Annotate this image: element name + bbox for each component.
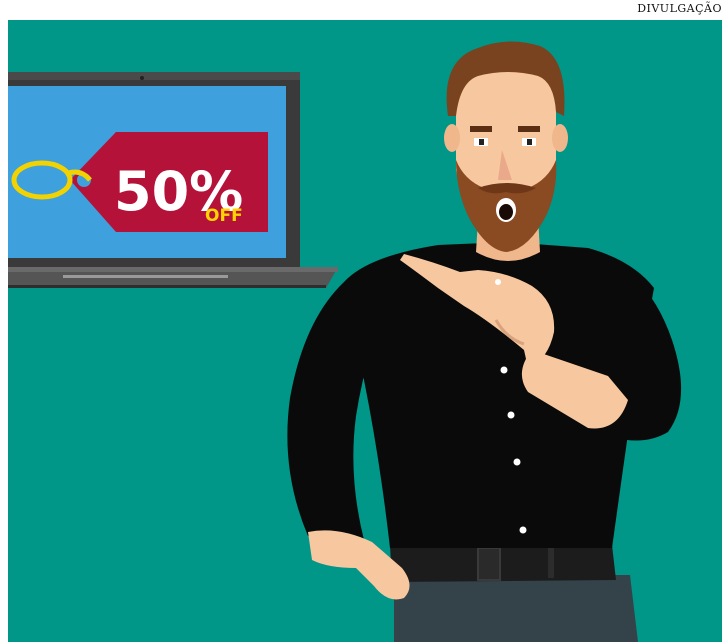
laptop-trackpad xyxy=(63,275,228,278)
left-eyebrow xyxy=(470,126,492,132)
illustration-svg: 50% OFF xyxy=(8,20,722,642)
shirt-button xyxy=(500,366,508,374)
shirt-button xyxy=(495,279,501,285)
illustration: 50% OFF xyxy=(8,20,722,642)
shirt-button xyxy=(507,411,515,419)
photo-credit: DIVULGAÇÃO xyxy=(637,2,722,15)
laptop-camera xyxy=(140,76,144,80)
right-ear xyxy=(552,124,568,152)
belt xyxy=(390,545,616,582)
trousers xyxy=(394,575,638,642)
shirt-button xyxy=(513,458,521,466)
image-canvas: DIVULGAÇÃO 50% OFF xyxy=(0,0,722,642)
shirt-button xyxy=(519,526,527,534)
discount-off-text: OFF xyxy=(205,206,243,226)
left-ear xyxy=(444,124,460,152)
right-eyebrow xyxy=(518,126,540,132)
